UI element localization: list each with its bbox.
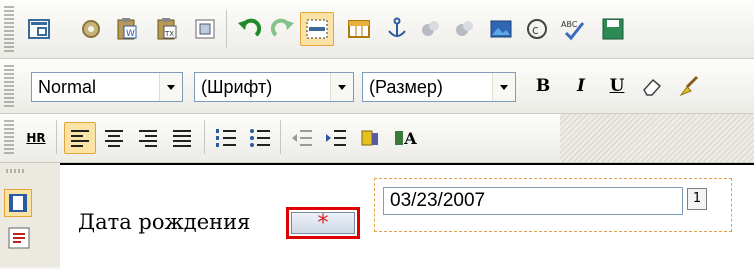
paste-text-icon[interactable]: TX bbox=[150, 12, 184, 46]
hr-icon: HR bbox=[26, 131, 46, 145]
bullet-list-icon[interactable] bbox=[244, 122, 276, 154]
format-select[interactable]: Normal bbox=[31, 72, 183, 102]
outdent-icon[interactable] bbox=[286, 122, 318, 154]
italic-icon: I bbox=[577, 76, 585, 96]
required-star: * bbox=[291, 211, 355, 236]
side-toolbar bbox=[0, 163, 61, 267]
size-select[interactable]: (Размер) bbox=[362, 72, 516, 102]
font-select-value: (Шрифт) bbox=[201, 77, 273, 97]
bold-button[interactable]: B bbox=[526, 69, 560, 103]
horizontal-rule-button[interactable]: HR bbox=[20, 122, 52, 154]
svg-text:c: c bbox=[532, 23, 539, 37]
toolbar-row-1: W TX c ABC bbox=[0, 0, 754, 59]
link-icon[interactable] bbox=[414, 12, 448, 46]
format-select-value: Normal bbox=[38, 77, 97, 97]
calendar-icon[interactable]: 1 bbox=[687, 188, 707, 210]
separator bbox=[280, 120, 281, 154]
chevron-down-icon[interactable] bbox=[330, 73, 353, 101]
bold-icon: B bbox=[535, 76, 551, 96]
paste-image-icon[interactable] bbox=[188, 12, 222, 46]
chevron-down-icon[interactable] bbox=[492, 73, 515, 101]
settings-icon[interactable] bbox=[74, 12, 108, 46]
font-select[interactable]: (Шрифт) bbox=[194, 72, 354, 102]
justify-icon[interactable] bbox=[166, 122, 198, 154]
birth-date-label: Дата рождения bbox=[78, 210, 251, 234]
toolbar-grip[interactable] bbox=[4, 65, 14, 107]
underline-icon: U bbox=[609, 76, 625, 96]
toolbar-grip[interactable] bbox=[4, 6, 14, 52]
toolbar-empty-area bbox=[560, 114, 754, 162]
save-icon[interactable] bbox=[596, 12, 630, 46]
svg-text:ABC: ABC bbox=[561, 20, 578, 29]
separator bbox=[226, 10, 227, 48]
html-editor: W TX c ABC Normal (Шрифт) (Размер) B I U… bbox=[0, 0, 754, 269]
redo-icon[interactable] bbox=[266, 12, 300, 46]
chevron-down-icon[interactable] bbox=[159, 73, 182, 101]
undo-icon[interactable] bbox=[232, 12, 266, 46]
align-right-icon[interactable] bbox=[132, 122, 164, 154]
brush-icon[interactable] bbox=[672, 69, 706, 103]
select-all-icon[interactable] bbox=[300, 12, 334, 46]
svg-text:TX: TX bbox=[164, 30, 174, 38]
anchor-icon[interactable] bbox=[380, 12, 414, 46]
preview-icon[interactable] bbox=[22, 12, 56, 46]
image-icon[interactable] bbox=[484, 12, 518, 46]
align-left-icon[interactable] bbox=[64, 122, 96, 154]
html-mode-icon[interactable] bbox=[8, 227, 30, 249]
spellcheck-icon[interactable]: ABC bbox=[556, 12, 590, 46]
copyright-icon[interactable]: c bbox=[520, 12, 554, 46]
separator bbox=[204, 120, 205, 154]
birth-date-input[interactable]: 03/23/2007 bbox=[383, 187, 683, 215]
separator bbox=[56, 120, 57, 154]
eraser-icon[interactable] bbox=[636, 69, 670, 103]
unlink-icon[interactable] bbox=[448, 12, 482, 46]
size-select-value: (Размер) bbox=[369, 77, 443, 97]
svg-text:W: W bbox=[126, 29, 135, 39]
font-color-icon[interactable]: A bbox=[390, 122, 422, 154]
underline-button[interactable]: U bbox=[600, 69, 634, 103]
date-field-container: 03/23/2007 1 bbox=[374, 178, 732, 232]
table-icon[interactable] bbox=[342, 12, 376, 46]
required-marker-button[interactable]: * bbox=[286, 207, 360, 239]
font-color-label: A bbox=[395, 129, 417, 148]
indent-icon[interactable] bbox=[320, 122, 352, 154]
align-center-icon[interactable] bbox=[98, 122, 130, 154]
editor-content[interactable]: Дата рождения * 03/23/2007 1 bbox=[60, 163, 754, 269]
paste-word-icon[interactable]: W bbox=[110, 12, 144, 46]
design-mode-icon[interactable] bbox=[4, 189, 32, 217]
numbered-list-icon[interactable] bbox=[210, 122, 242, 154]
toolbar-row-2: Normal (Шрифт) (Размер) B I U bbox=[0, 59, 754, 114]
background-color-icon[interactable] bbox=[354, 122, 386, 154]
toolbar-grip[interactable] bbox=[6, 169, 24, 173]
toolbar-grip[interactable] bbox=[4, 120, 14, 156]
italic-button[interactable]: I bbox=[564, 69, 598, 103]
